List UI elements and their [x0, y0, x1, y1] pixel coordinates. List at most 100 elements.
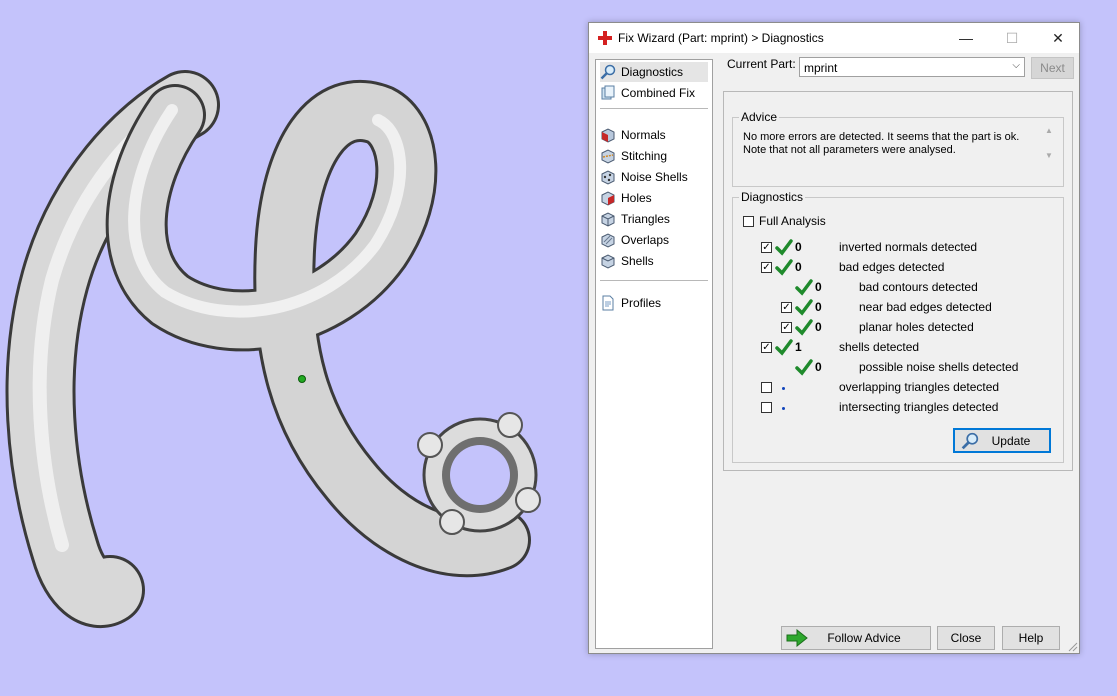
advice-scrollbar[interactable]: ▲ ▼: [1043, 126, 1055, 166]
current-part-select[interactable]: mprint ⌵: [799, 57, 1025, 77]
scroll-down-icon[interactable]: ▼: [1043, 151, 1055, 160]
diagnostic-row: ✓ 1 shells detected: [733, 338, 1063, 358]
advice-title: Advice: [739, 110, 780, 124]
magnifier-icon: [600, 64, 616, 80]
nav-item-normals[interactable]: Normals: [600, 125, 708, 145]
scroll-up-icon[interactable]: ▲: [1043, 126, 1055, 135]
check-icon: [795, 319, 813, 336]
diagnostic-label: planar holes detected: [859, 320, 974, 334]
check-icon: [795, 359, 813, 376]
check-icon: [775, 239, 793, 256]
nav-label: Profiles: [621, 296, 662, 310]
content-panel: Advice No more errors are detected. It s…: [723, 91, 1073, 471]
window-title: Fix Wizard (Part: mprint) > Diagnostics: [618, 31, 824, 45]
diagnostic-row: ✓ 0 inverted normals detected: [733, 238, 1063, 258]
next-button[interactable]: Next: [1031, 57, 1074, 79]
diagnostic-label: bad contours detected: [859, 280, 978, 294]
advice-line-2: Note that not all parameters were analys…: [743, 144, 956, 156]
pages-icon: [601, 85, 615, 100]
close-window-button[interactable]: ✕: [1035, 23, 1081, 53]
diagnostic-checkbox[interactable]: ✓: [781, 302, 792, 313]
full-analysis-label: Full Analysis: [759, 214, 826, 228]
check-icon: [795, 279, 813, 296]
not-analysed-dot-icon: [782, 407, 785, 410]
diagnostic-label: bad edges detected: [839, 260, 945, 274]
nav-label: Stitching: [621, 149, 668, 163]
diagnostics-title: Diagnostics: [739, 190, 806, 204]
diagnostic-count: 0: [815, 300, 822, 314]
cube-overlap-icon: [601, 233, 615, 248]
follow-advice-button[interactable]: Follow Advice: [781, 626, 931, 650]
diagnostic-label: near bad edges detected: [859, 300, 992, 314]
diagnostic-count: 0: [795, 240, 802, 254]
nav-item-combined-fix[interactable]: Combined Fix: [600, 83, 708, 103]
cube-hole-icon: [601, 191, 615, 206]
nav-item-stitching[interactable]: Stitching: [600, 146, 708, 166]
nav-item-overlaps[interactable]: Overlaps: [600, 230, 708, 250]
nav-separator: [600, 108, 708, 109]
chevron-down-icon: ⌵: [1012, 60, 1020, 71]
diagnostic-label: possible noise shells detected: [859, 360, 1019, 374]
diagnostic-row: overlapping triangles detected: [733, 378, 1063, 398]
update-label: Update: [991, 434, 1031, 448]
wizard-nav: Diagnostics Combined Fix Normals Stitchi…: [595, 59, 713, 649]
check-icon: [775, 259, 793, 276]
diagnostic-row: ✓ 0 bad edges detected: [733, 258, 1063, 278]
full-analysis-row[interactable]: Full Analysis: [733, 212, 1063, 232]
nav-label: Noise Shells: [621, 170, 688, 184]
diagnostic-row: 0 possible noise shells detected: [733, 358, 1063, 378]
diagnostics-group: Diagnostics Full Analysis ✓ 0 inverted nor…: [732, 190, 1064, 463]
pivot-marker: [298, 375, 306, 383]
follow-advice-label: Follow Advice: [827, 631, 901, 645]
nav-label: Overlaps: [621, 233, 670, 247]
diagnostic-checkbox[interactable]: ✓: [761, 262, 772, 273]
diagnostic-checkbox[interactable]: [761, 402, 772, 413]
diagnostic-count: 1: [795, 340, 802, 354]
minimize-button[interactable]: —: [943, 23, 989, 53]
diagnostic-row: intersecting triangles detected: [733, 398, 1063, 418]
nav-item-noise-shells[interactable]: Noise Shells: [600, 167, 708, 187]
diagnostic-count: 0: [795, 260, 802, 274]
diagnostic-checkbox[interactable]: [761, 382, 772, 393]
nav-label: Normals: [621, 128, 666, 142]
update-button[interactable]: Update: [953, 428, 1051, 453]
resize-grip-icon[interactable]: [1068, 642, 1078, 652]
full-analysis-checkbox[interactable]: [743, 216, 754, 227]
nav-label: Combined Fix: [621, 86, 696, 100]
cube-stitch-icon: [601, 149, 615, 164]
close-button[interactable]: Close: [937, 626, 995, 650]
red-cross-icon: [598, 31, 612, 45]
diagnostic-checkbox[interactable]: ✓: [761, 342, 772, 353]
diagnostic-checkbox[interactable]: ✓: [761, 242, 772, 253]
diagnostic-count: 0: [815, 280, 822, 294]
cube-noise-icon: [601, 170, 615, 185]
nav-item-holes[interactable]: Holes: [600, 188, 708, 208]
nav-item-triangles[interactable]: Triangles: [600, 209, 708, 229]
check-icon: [795, 299, 813, 316]
advice-text: No more errors are detected. It seems th…: [743, 131, 1033, 157]
not-analysed-dot-icon: [782, 387, 785, 390]
diagnostic-checkbox[interactable]: ✓: [781, 322, 792, 333]
magnifier-icon: [961, 432, 979, 450]
advice-group: Advice No more errors are detected. It s…: [732, 110, 1064, 187]
diagnostic-row: 0 bad contours detected: [733, 278, 1063, 298]
diagnostic-label: inverted normals detected: [839, 240, 978, 254]
diagnostic-count: 0: [815, 320, 822, 334]
advice-line-1: No more errors are detected. It seems th…: [743, 131, 1020, 143]
nav-label: Triangles: [621, 212, 670, 226]
diagnostic-label: intersecting triangles detected: [839, 400, 999, 414]
mprint-model[interactable]: [5, 70, 541, 628]
cube-shells-icon: [601, 254, 615, 269]
title-bar[interactable]: Fix Wizard (Part: mprint) > Diagnostics …: [589, 23, 1079, 53]
diagnostic-row: ✓ 0 near bad edges detected: [733, 298, 1063, 318]
3d-viewport[interactable]: [0, 0, 590, 696]
nav-item-shells[interactable]: Shells: [600, 251, 708, 271]
nav-item-diagnostics[interactable]: Diagnostics: [600, 62, 708, 82]
current-part-label: Current Part:: [727, 57, 796, 71]
document-icon: [602, 295, 614, 311]
nav-separator: [600, 280, 708, 281]
help-button[interactable]: Help: [1002, 626, 1060, 650]
maximize-button[interactable]: ☐: [989, 23, 1035, 53]
nav-item-profiles[interactable]: Profiles: [600, 293, 708, 313]
nav-label: Diagnostics: [621, 65, 684, 79]
